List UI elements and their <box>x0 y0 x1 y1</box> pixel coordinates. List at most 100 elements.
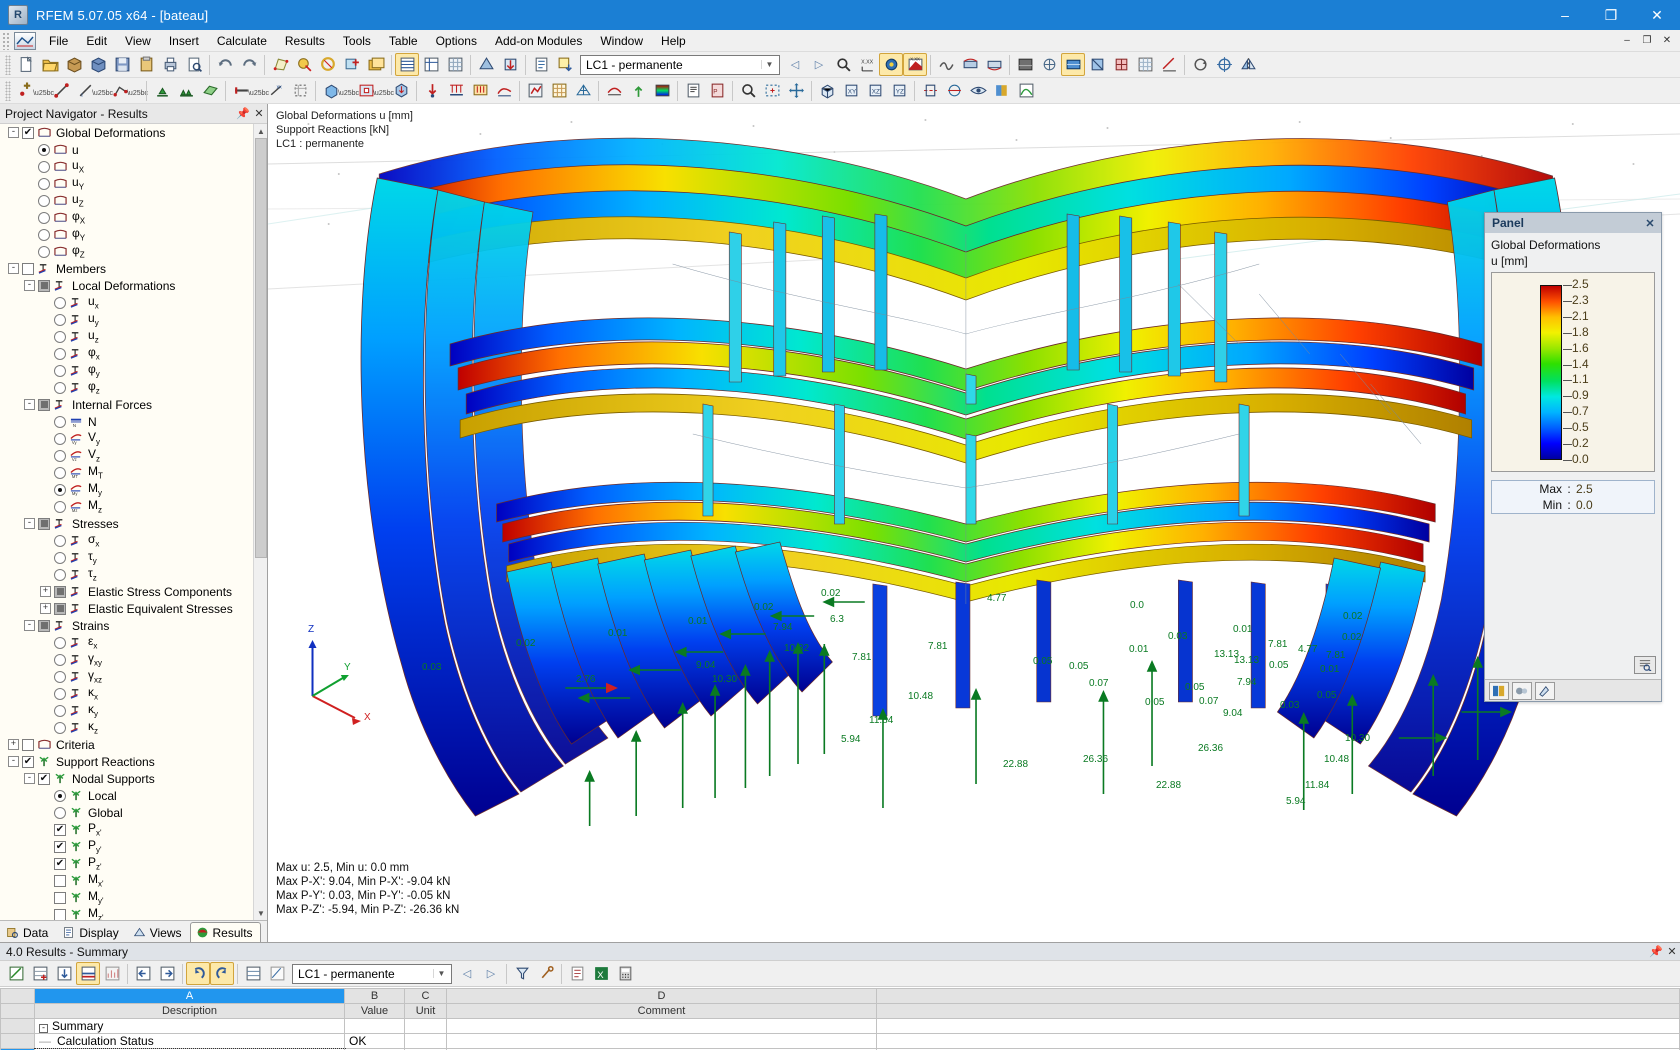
tree-item-support-reactions[interactable]: - ✔ Support Reactions <box>0 753 267 770</box>
clipping-icon[interactable] <box>942 79 966 102</box>
tree-item-strains[interactable]: - Strains <box>0 617 267 634</box>
view-iso-icon[interactable] <box>815 79 839 102</box>
view-xy-icon[interactable]: XY <box>839 79 863 102</box>
scroll-up-icon[interactable]: ▲ <box>254 124 267 138</box>
tree-item-[interactable]: σx <box>0 532 267 549</box>
checkbox-checked[interactable]: ✔ <box>22 755 34 768</box>
radio-unselected[interactable] <box>38 194 50 207</box>
undo-icon[interactable] <box>213 53 237 76</box>
nodal-load-icon[interactable] <box>420 79 444 102</box>
radio-unselected[interactable] <box>54 381 66 394</box>
new-line-support-icon[interactable] <box>174 79 198 102</box>
new-file-icon[interactable] <box>14 53 38 76</box>
navigator-scrollbar[interactable]: ▲ ▼ <box>253 124 267 920</box>
result-diagram-icon[interactable]: X.XX <box>903 53 927 76</box>
collapse-icon[interactable]: - <box>24 399 35 410</box>
tree-item-global-deformations[interactable]: - ✔ Global Deformations <box>0 124 267 141</box>
filter-icon[interactable] <box>1535 681 1555 700</box>
printout-report-icon[interactable] <box>681 79 705 102</box>
view-yz-icon[interactable]: YZ <box>887 79 911 102</box>
column-letter-c[interactable]: C <box>404 988 447 1004</box>
tree-item-[interactable]: γxy <box>0 651 267 668</box>
tree-item-m[interactable]: Mz' <box>0 906 267 920</box>
prev-loadcase-button[interactable]: ◁ <box>783 53 807 76</box>
cell-extra[interactable] <box>876 1033 1680 1049</box>
radio-unselected[interactable] <box>54 721 66 734</box>
table-load-case-combo[interactable]: LC1 - permanente ▼ <box>292 963 452 984</box>
table-filter-icon[interactable] <box>510 962 534 985</box>
tree-item-[interactable]: φy <box>0 362 267 379</box>
radio-unselected[interactable] <box>54 670 66 683</box>
save-icon[interactable] <box>110 53 134 76</box>
collapse-icon[interactable]: - <box>24 773 35 784</box>
color-scale-icon[interactable] <box>1489 681 1509 700</box>
tree-item-u[interactable]: u <box>0 141 267 158</box>
table-row[interactable]: - Summary <box>0 1018 1680 1034</box>
expand-icon[interactable]: + <box>40 586 51 597</box>
tree-item-m[interactable]: MT MT <box>0 464 267 481</box>
mdi-close-button[interactable]: ✕ <box>1658 33 1676 49</box>
tree-item-[interactable]: φx <box>0 345 267 362</box>
collapse-icon[interactable]: - <box>24 518 35 529</box>
free-load-icon[interactable] <box>492 79 516 102</box>
grid-view-icon[interactable] <box>443 53 467 76</box>
tree-item-criteria[interactable]: + Criteria <box>0 736 267 753</box>
load-icon[interactable] <box>498 53 522 76</box>
new-node-icon[interactable] <box>14 79 38 102</box>
tree-item-[interactable]: εx <box>0 634 267 651</box>
menu-file[interactable]: File <box>40 32 77 50</box>
print-preview-icon[interactable] <box>182 53 206 76</box>
surface-load-icon[interactable] <box>468 79 492 102</box>
radio-unselected[interactable] <box>54 687 66 700</box>
table-row[interactable]: — Calculation Status OK <box>0 1033 1680 1049</box>
tree-item-p[interactable]: ✔ Py' <box>0 838 267 855</box>
render-solid-icon[interactable] <box>1061 53 1085 76</box>
tree-item-elastic-equivalent-stresses[interactable]: + Elastic Equivalent Stresses <box>0 600 267 617</box>
tree-item-[interactable]: φX <box>0 209 267 226</box>
new-support-icon[interactable] <box>150 79 174 102</box>
radio-selected[interactable] <box>38 143 50 156</box>
table-view2-icon[interactable] <box>419 53 443 76</box>
table-next-page-icon[interactable] <box>155 962 179 985</box>
new-solid-dropdown[interactable]: \u25bc <box>338 79 359 102</box>
cell-description[interactable]: — Calculation Status <box>34 1033 345 1049</box>
tree-item-[interactable]: τz <box>0 566 267 583</box>
radio-selected[interactable] <box>54 789 66 802</box>
section-icon[interactable] <box>918 79 942 102</box>
cell-description[interactable]: - Summary <box>34 1018 345 1034</box>
tree-item-global[interactable]: Global <box>0 804 267 821</box>
radio-unselected[interactable] <box>54 330 66 343</box>
checkbox-partial[interactable] <box>54 585 66 598</box>
row-header-cell[interactable] <box>0 1033 35 1049</box>
checkbox-checked[interactable]: ✔ <box>54 823 66 836</box>
checkbox-partial[interactable] <box>38 619 50 632</box>
table-view-icon[interactable] <box>395 53 419 76</box>
toolbar-grip[interactable] <box>5 80 11 101</box>
deform-model-icon[interactable] <box>958 53 982 76</box>
radio-unselected[interactable] <box>54 449 66 462</box>
calculate-all-icon[interactable] <box>523 79 547 102</box>
column-letter-e[interactable] <box>876 988 1680 1004</box>
new-opening-icon[interactable] <box>354 79 378 102</box>
tree-item-n[interactable]: NN <box>0 413 267 430</box>
menu-options[interactable]: Options <box>427 32 486 50</box>
menu-calculate[interactable]: Calculate <box>208 32 276 50</box>
tree-item-m[interactable]: My My <box>0 481 267 498</box>
cell-unit[interactable] <box>404 1033 447 1049</box>
collapse-icon[interactable]: - <box>8 127 19 138</box>
minimize-button[interactable]: – <box>1542 0 1588 30</box>
tree-item-u[interactable]: uY <box>0 175 267 192</box>
close-icon[interactable]: ✕ <box>251 107 267 120</box>
new-line-dropdown[interactable]: \u25bc <box>92 79 113 102</box>
menu-addon-modules[interactable]: Add-on Modules <box>486 32 591 50</box>
model-viewport-3d[interactable]: Global Deformations u [mm] Support React… <box>268 104 1680 942</box>
radio-unselected[interactable] <box>54 466 66 479</box>
collapse-icon[interactable]: - <box>8 263 19 274</box>
cell-value[interactable] <box>344 1018 405 1034</box>
radio-unselected[interactable] <box>54 653 66 666</box>
calculate-fem-icon[interactable] <box>547 79 571 102</box>
tree-item-stresses[interactable]: - Stresses <box>0 515 267 532</box>
checkbox-partial[interactable] <box>38 279 50 292</box>
menu-help[interactable]: Help <box>652 32 695 50</box>
corner-cell[interactable] <box>0 988 35 1004</box>
